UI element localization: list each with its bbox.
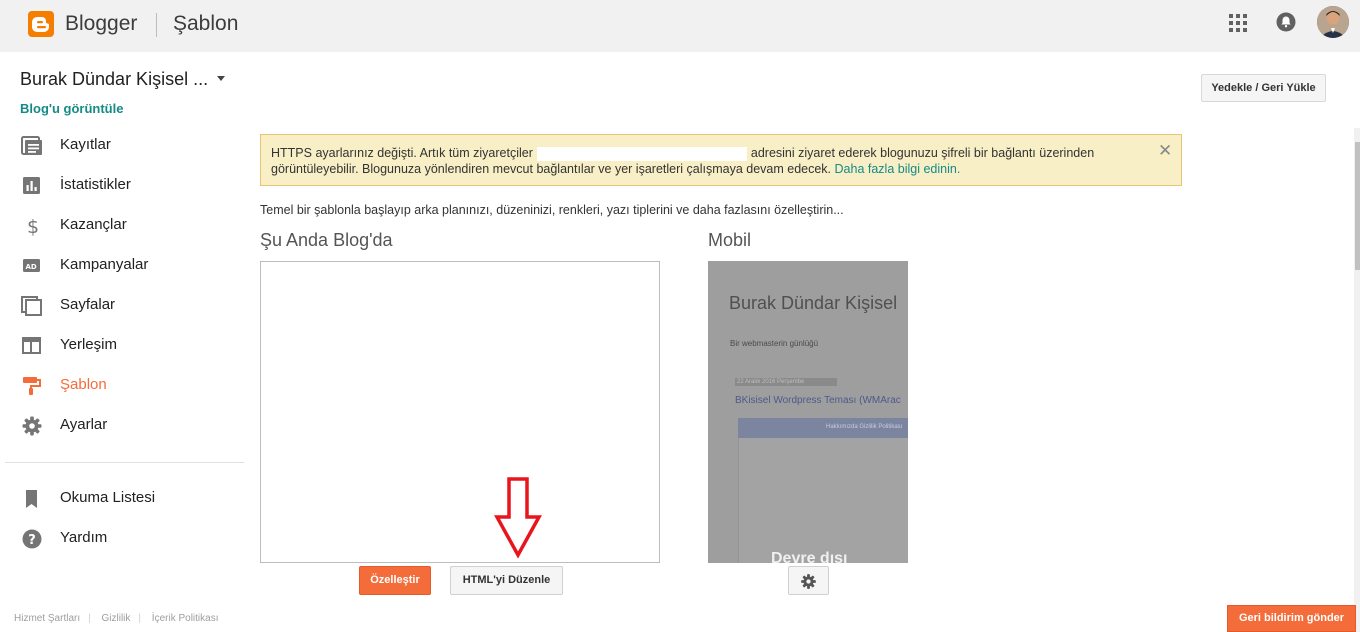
view-blog-link[interactable]: Blog'u görüntüle (20, 101, 123, 116)
brand-name[interactable]: Blogger (65, 12, 137, 36)
help-icon: ? (22, 529, 42, 549)
header-divider (156, 13, 157, 37)
alert-text-start: HTTPS ayarlarınız değişti. Artık tüm ziy… (271, 146, 533, 160)
sidebar-item-settings[interactable]: Ayarlar (0, 406, 244, 446)
user-avatar[interactable] (1317, 6, 1349, 38)
bookmark-icon (26, 490, 37, 508)
layout-icon (22, 337, 41, 354)
current-template-heading: Şu Anda Blog'da (260, 230, 393, 250)
gear-icon (22, 416, 42, 436)
posts-icon (21, 136, 42, 155)
sidebar-item-label: Yerleşim (60, 336, 117, 353)
svg-text:?: ? (28, 533, 36, 548)
mobile-blog-subtitle: Bir webmasterin günlüğü (730, 339, 819, 348)
sidebar-item-label: Yardım (60, 529, 108, 546)
pages-icon (21, 296, 42, 316)
notifications-icon[interactable] (1276, 12, 1296, 32)
https-alert: HTTPS ayarlarınız değişti. Artık tüm ziy… (260, 134, 1182, 186)
sidebar-item-stats[interactable]: İstatistikler (0, 166, 244, 206)
close-icon[interactable]: ✕ (1158, 141, 1172, 161)
current-template-preview[interactable] (260, 261, 660, 563)
sidebar-item-campaigns[interactable]: AD Kampanyalar (0, 246, 244, 286)
sidebar-item-earnings[interactable]: $ Kazançlar (0, 206, 244, 246)
sidebar-item-label: Şablon (60, 376, 107, 393)
scrollbar-thumb[interactable] (1355, 142, 1360, 270)
sidebar-item-label: Okuma Listesi (60, 489, 156, 506)
sidebar-item-label: Kazançlar (60, 216, 127, 233)
mobile-disabled-label: Devre dışı (771, 550, 848, 563)
blogger-logo-icon[interactable] (28, 11, 54, 37)
edit-html-button[interactable]: HTML'yi Düzenle (450, 566, 563, 595)
sidebar-divider (5, 462, 244, 463)
intro-text: Temel bir şablonla başlayıp arka planını… (260, 203, 844, 217)
customize-button[interactable]: Özelleştir (359, 566, 431, 595)
svg-text:AD: AD (26, 263, 37, 271)
mobile-post-title: BKisisel Wordpress Teması (WMArac (735, 395, 901, 406)
dollar-icon: $ (27, 216, 39, 236)
mobile-template-heading: Mobil (708, 230, 752, 250)
sidebar-item-label: Kayıtlar (60, 136, 111, 153)
gear-icon (801, 574, 816, 589)
top-bar: Blogger Şablon (0, 0, 1360, 52)
sidebar-item-label: Ayarlar (60, 416, 108, 433)
mobile-post-body (738, 438, 908, 563)
sidebar-item-label: İstatistikler (60, 176, 131, 193)
terms-link[interactable]: Hizmet Şartları (14, 613, 80, 624)
sidebar-item-posts[interactable]: Kayıtlar (0, 126, 244, 166)
learn-more-link[interactable]: Daha fazla bilgi edinin. (835, 162, 961, 176)
alert-message: HTTPS ayarlarınız değişti. Artık tüm ziy… (271, 145, 1151, 177)
svg-text:$: $ (27, 216, 39, 236)
sidebar-item-pages[interactable]: Sayfalar (0, 286, 244, 326)
backup-restore-button[interactable]: Yedekle / Geri Yükle (1201, 74, 1326, 102)
mobile-banner-text: Hakkımızda Gizlilik Politikası (826, 424, 903, 430)
ad-icon: AD (23, 259, 40, 272)
sidebar-item-label: Sayfalar (60, 296, 116, 313)
sidebar-item-reading-list[interactable]: Okuma Listesi (0, 479, 244, 519)
sidebar-item-layout[interactable]: Yerleşim (0, 326, 244, 366)
sidebar-item-help[interactable]: ? Yardım (0, 519, 244, 559)
content-policy-link[interactable]: İçerik Politikası (152, 613, 219, 624)
paint-roller-icon (23, 377, 41, 395)
send-feedback-button[interactable]: Geri bildirim gönder (1227, 605, 1356, 632)
sidebar-item-label: Kampanyalar (60, 256, 149, 273)
footer-separator: | (138, 613, 142, 624)
sidebar-item-template[interactable]: Şablon (0, 366, 244, 406)
chevron-down-icon[interactable] (217, 76, 225, 81)
page-title: Şablon (173, 12, 239, 35)
mobile-settings-button[interactable] (788, 566, 829, 595)
blog-selector[interactable]: Burak Dündar Kişisel ... (20, 69, 208, 90)
privacy-link[interactable]: Gizlilik (102, 613, 131, 624)
redacted-url (536, 146, 747, 161)
stats-icon (23, 177, 40, 194)
apps-grid-icon[interactable] (1228, 13, 1248, 33)
mobile-template-preview[interactable]: Burak Dündar Kişisel Bir webmasterin gün… (708, 261, 908, 563)
mobile-blog-title: Burak Dündar Kişisel (729, 293, 898, 313)
footer-links: Hizmet Şartları | Gizlilik | İçerik Politi… (14, 613, 226, 624)
footer-separator: | (88, 613, 91, 624)
arrow-down-icon (494, 477, 542, 559)
mobile-post-date: 22 Aralık 2016 Perşembe (735, 378, 837, 386)
